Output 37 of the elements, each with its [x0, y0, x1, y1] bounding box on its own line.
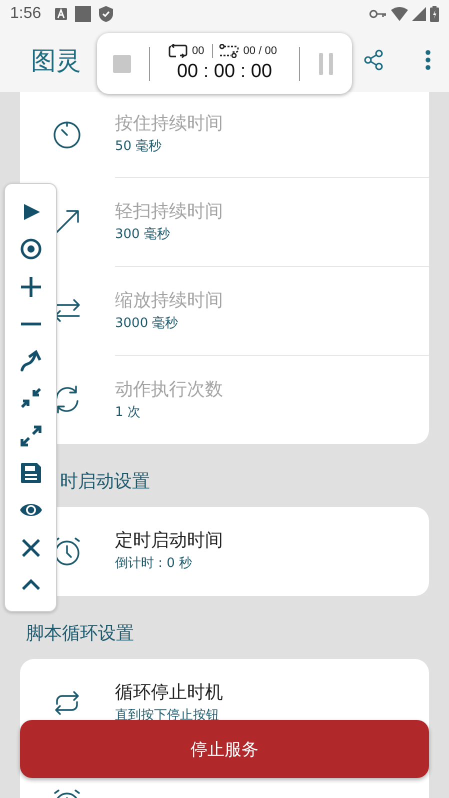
setting-title: 定时启动时间 — [115, 529, 224, 553]
more-options-icon[interactable] — [425, 49, 431, 71]
setting-title: 轻扫持续时间 — [115, 200, 224, 224]
curved-arrow-icon[interactable] — [18, 349, 42, 374]
setting-title: 缩放持续时间 — [115, 288, 224, 312]
timer-icon — [52, 119, 82, 150]
loop-icon — [168, 44, 188, 58]
clock-time: 1:56 — [10, 5, 42, 23]
share-icon[interactable] — [363, 49, 385, 71]
collapse-arrows-icon[interactable] — [18, 386, 42, 410]
setting-title: 按住持续时间 — [115, 112, 224, 136]
step-count: 00 / 00 — [243, 45, 277, 57]
stop-service-button[interactable]: 停止服务 — [20, 720, 429, 778]
add-icon[interactable] — [18, 274, 42, 299]
setting-value: 倒计时 : 0 秒 — [115, 555, 194, 573]
wifi-icon — [391, 7, 408, 21]
setting-value: 1 次 — [115, 404, 142, 422]
setting-title: 动作执行次数 — [115, 378, 224, 402]
setting-title: 循环停止时机 — [115, 681, 224, 705]
key-icon — [369, 9, 387, 19]
section-header: 脚本循环设置 — [25, 622, 135, 646]
setting-value: 50 毫秒 — [115, 138, 163, 156]
font-icon — [55, 8, 68, 20]
app-title: 图灵 — [31, 44, 81, 76]
elapsed-time: 00 : 00 : 00 — [176, 61, 272, 83]
setting-value: 300 毫秒 — [115, 226, 171, 244]
section-header: 时启动设置 — [60, 470, 151, 494]
save-icon[interactable] — [18, 461, 42, 486]
expand-arrows-icon[interactable] — [18, 424, 42, 448]
target-icon[interactable] — [18, 237, 42, 262]
square-icon — [75, 6, 92, 22]
signal-icon — [412, 7, 426, 21]
loop-count: 00 — [192, 45, 204, 57]
path-steps-icon — [219, 44, 240, 58]
battery-icon — [430, 6, 439, 22]
setting-value: 3000 毫秒 — [115, 314, 180, 332]
shield-icon — [99, 6, 114, 22]
